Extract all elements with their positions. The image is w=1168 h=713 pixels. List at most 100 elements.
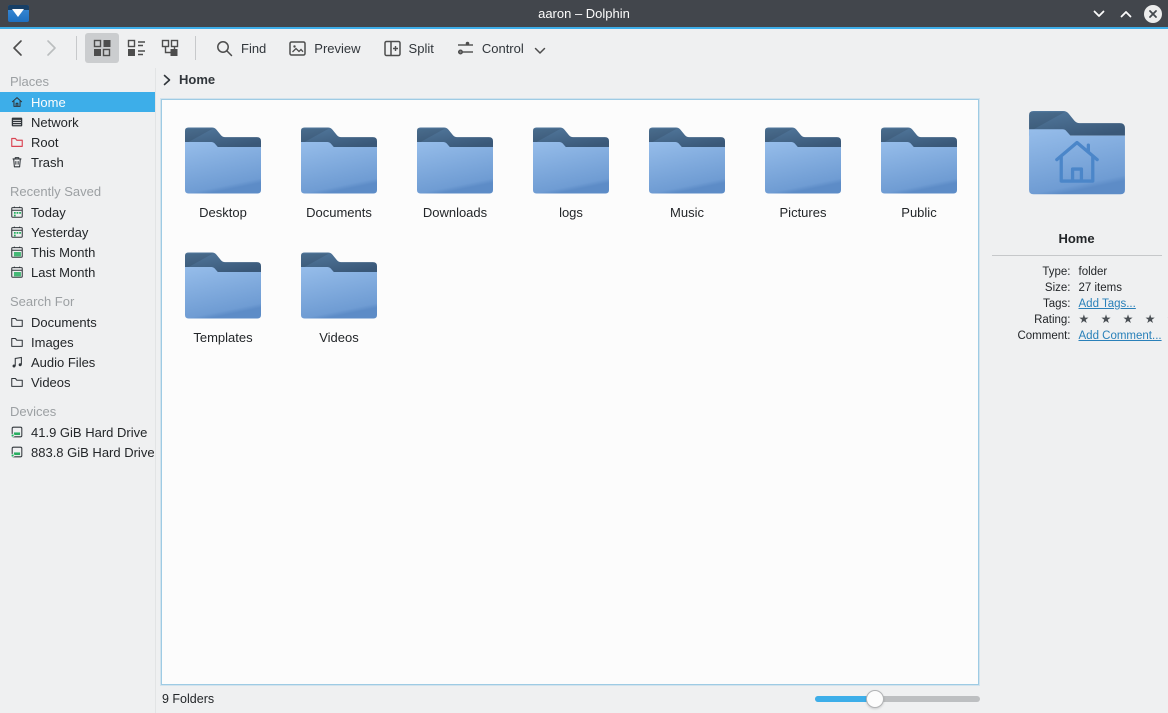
add-tags-link[interactable]: Add Tags... <box>1079 298 1168 311</box>
sliders-icon <box>456 39 475 58</box>
rating-label: Rating: <box>987 314 1071 327</box>
folder-label: Templates <box>193 330 252 345</box>
folder-icon <box>297 244 381 322</box>
folder-label: logs <box>559 205 583 220</box>
section-header-search-for: Search For <box>0 292 155 312</box>
folder-label: Music <box>670 205 704 220</box>
breadcrumb[interactable]: Home <box>163 72 215 87</box>
folder-icon <box>10 375 24 389</box>
slider-handle[interactable] <box>866 690 884 708</box>
split-button[interactable]: Split <box>376 34 441 63</box>
sidebar-item-label: Last Month <box>31 265 95 280</box>
split-label: Split <box>409 41 434 56</box>
preview-image-icon <box>288 39 307 58</box>
folder-icon <box>877 119 961 197</box>
chevron-right-icon <box>163 74 171 86</box>
sidebar-item-label: Images <box>31 335 74 350</box>
folder-icon <box>529 119 613 197</box>
sidebar-item-label: Documents <box>31 315 97 330</box>
folder-icon <box>10 315 24 329</box>
sidebar-item-hard-drive-1[interactable]: 41.9 GiB Hard Drive <box>0 422 155 442</box>
find-label: Find <box>241 41 266 56</box>
breadcrumb-current[interactable]: Home <box>179 72 215 87</box>
sidebar-item-label: This Month <box>31 245 95 260</box>
control-button[interactable]: Control <box>449 34 553 63</box>
sidebar-item-root[interactable]: Root <box>0 132 155 152</box>
folder-label: Documents <box>306 205 372 220</box>
folder-item[interactable]: Desktop <box>165 119 281 244</box>
folder-item[interactable]: Videos <box>281 244 397 369</box>
maximize-button[interactable] <box>1117 5 1135 23</box>
tags-label: Tags: <box>987 298 1071 311</box>
icons-view-button[interactable] <box>85 33 119 63</box>
rating-stars[interactable]: ★ ★ ★ ★ ★ <box>1079 314 1168 327</box>
chevron-right-icon <box>46 39 57 57</box>
sidebar-item-audio-files[interactable]: Audio Files <box>0 352 155 372</box>
chevron-up-icon <box>1120 10 1132 18</box>
close-icon <box>1148 9 1158 19</box>
sidebar-item-home[interactable]: Home <box>0 92 155 112</box>
chevron-down-icon <box>534 47 546 55</box>
folder-view[interactable]: Desktop Documents Downloads logs Music P… <box>161 99 979 685</box>
comment-label: Comment: <box>987 330 1071 343</box>
add-comment-link[interactable]: Add Comment... <box>1079 330 1168 343</box>
home-icon <box>10 95 24 109</box>
window-title: aaron – Dolphin <box>0 6 1168 21</box>
folder-icon <box>413 119 497 197</box>
folder-item[interactable]: Documents <box>281 119 397 244</box>
type-label: Type: <box>987 266 1071 279</box>
details-view-button[interactable] <box>119 33 153 63</box>
calendar-icon <box>10 265 24 279</box>
calendar-icon <box>10 225 24 239</box>
tree-view-button[interactable] <box>153 33 187 63</box>
sidebar-item-label: Home <box>31 95 66 110</box>
split-view-icon <box>383 39 402 58</box>
folder-icon <box>181 244 265 322</box>
find-button[interactable]: Find <box>208 34 273 63</box>
zoom-slider[interactable] <box>815 689 980 709</box>
chevron-down-icon <box>1093 10 1105 18</box>
section-header-devices: Devices <box>0 402 155 422</box>
preview-button[interactable]: Preview <box>281 34 367 63</box>
sidebar-item-documents[interactable]: Documents <box>0 312 155 332</box>
root-folder-icon <box>10 135 24 149</box>
information-panel: Home Type: folder Size: 27 items Tags: A… <box>985 95 1168 343</box>
sidebar-item-hard-drive-2[interactable]: 883.8 GiB Hard Drive <box>0 442 155 462</box>
folder-icon <box>645 119 729 197</box>
folder-label: Downloads <box>423 205 487 220</box>
toolbar-separator <box>195 36 196 60</box>
titlebar: aaron – Dolphin <box>0 0 1168 27</box>
sidebar-item-label: Videos <box>31 375 71 390</box>
folder-item[interactable]: Templates <box>165 244 281 369</box>
sidebar-item-today[interactable]: Today <box>0 202 155 222</box>
sidebar-item-network[interactable]: Network <box>0 112 155 132</box>
sidebar-item-trash[interactable]: Trash <box>0 152 155 172</box>
home-folder-icon <box>1024 100 1130 199</box>
close-button[interactable] <box>1144 5 1162 23</box>
calendar-icon <box>10 245 24 259</box>
sidebar-item-label: Audio Files <box>31 355 95 370</box>
folder-label: Videos <box>319 330 359 345</box>
folder-item[interactable]: Downloads <box>397 119 513 244</box>
type-value: folder <box>1079 266 1168 279</box>
minimize-button[interactable] <box>1090 5 1108 23</box>
back-button[interactable] <box>0 34 34 62</box>
folder-item[interactable]: Pictures <box>745 119 861 244</box>
calendar-icon <box>10 205 24 219</box>
places-panel: Places Home Network Root Trash Recently … <box>0 68 156 713</box>
sidebar-item-yesterday[interactable]: Yesterday <box>0 222 155 242</box>
sidebar-item-this-month[interactable]: This Month <box>0 242 155 262</box>
tree-view-icon <box>160 38 180 58</box>
sidebar-item-label: Network <box>31 115 79 130</box>
folder-item[interactable]: Music <box>629 119 745 244</box>
toolbar-separator <box>76 36 77 60</box>
folder-label: Pictures <box>780 205 827 220</box>
sidebar-item-last-month[interactable]: Last Month <box>0 262 155 282</box>
forward-button[interactable] <box>34 34 68 62</box>
sidebar-item-images[interactable]: Images <box>0 332 155 352</box>
folder-item[interactable]: logs <box>513 119 629 244</box>
size-value: 27 items <box>1079 282 1168 295</box>
folder-item[interactable]: Public <box>861 119 977 244</box>
sidebar-item-videos[interactable]: Videos <box>0 372 155 392</box>
sidebar-item-label: Today <box>31 205 66 220</box>
